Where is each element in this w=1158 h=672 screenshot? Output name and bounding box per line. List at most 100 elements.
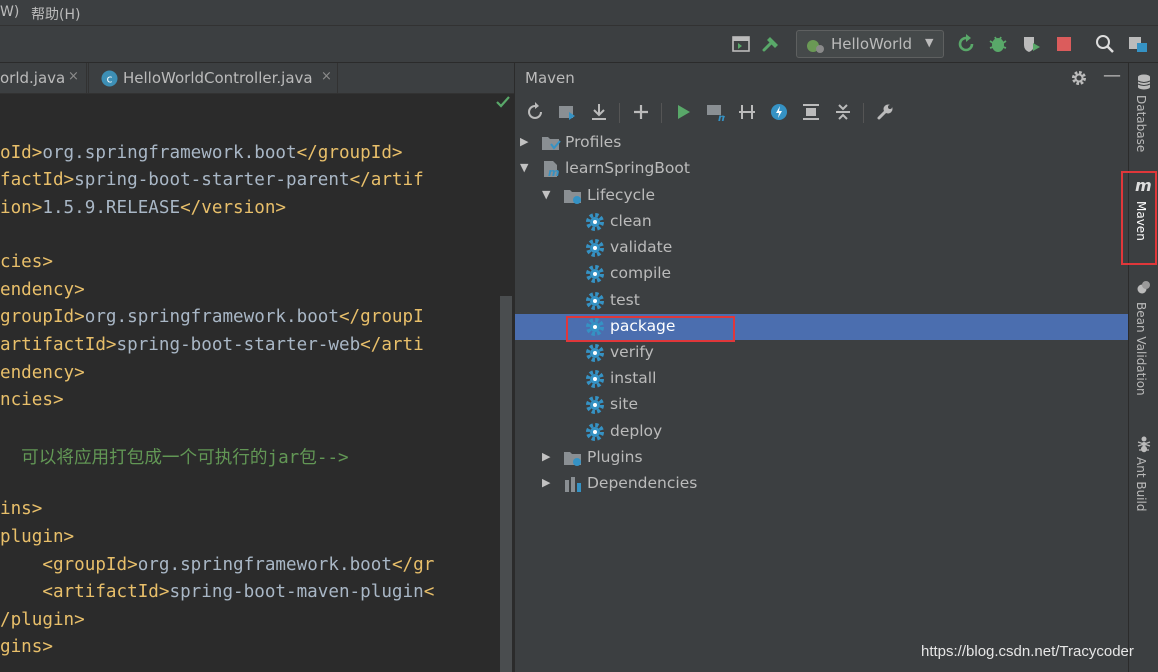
xml-tag: </gr: [391, 555, 435, 575]
xml-tag: oId>: [0, 143, 43, 163]
frame-icon[interactable]: [730, 33, 752, 55]
chevron-down-icon: ▼: [925, 36, 934, 49]
code-line: cies>: [0, 252, 53, 272]
tree-item-lifecycle[interactable]: ▼ Lifecycle: [515, 183, 1129, 209]
tree-item-dependencies[interactable]: ▶ Dependencies: [515, 471, 1129, 497]
xml-tag: ncies>: [0, 390, 64, 410]
menu-window[interactable]: W): [0, 4, 19, 20]
collapse-arrow-icon[interactable]: ▼: [520, 161, 528, 174]
tree-item-label: install: [610, 369, 657, 388]
lifecycle-goal-deploy[interactable]: deploy: [515, 419, 1129, 445]
minimize-icon[interactable]: —: [1103, 65, 1121, 86]
xml-tag: groupId>: [0, 307, 85, 327]
run-icon[interactable]: [673, 102, 693, 122]
expand-arrow-icon[interactable]: ▶: [520, 135, 528, 148]
code-line: 可以将应用打包成一个可执行的jar包-->: [0, 444, 349, 469]
close-icon[interactable]: ×: [321, 69, 332, 84]
maven-header: Maven —: [515, 63, 1129, 93]
code-line: endency>: [0, 363, 85, 383]
tree-item-label: Lifecycle: [587, 186, 655, 204]
package-highlight-box: [566, 316, 735, 342]
run-configuration-label: HelloWorld: [831, 35, 913, 53]
add-icon[interactable]: [631, 102, 651, 122]
dependencies-icon: [565, 477, 581, 492]
tab-helloworldcontroller-java[interactable]: c HelloWorldController.java ×: [88, 63, 338, 94]
settings-gear-icon[interactable]: [1070, 69, 1088, 87]
svg-text:m: m: [718, 113, 725, 122]
maven-toolbar: m: [515, 97, 1129, 127]
gear-icon: [586, 396, 604, 415]
rerun-icon[interactable]: [955, 33, 977, 55]
tree-item-profiles[interactable]: ▶ Profiles: [515, 130, 1129, 156]
generate-sources-icon[interactable]: [557, 102, 577, 122]
editor-scrollbar[interactable]: [500, 296, 512, 672]
code-line: groupId>org.springframework.boot</groupI: [0, 307, 424, 327]
run-configuration-select[interactable]: HelloWorld ▼: [796, 30, 944, 58]
code-line: gins>: [0, 637, 53, 657]
gear-icon: [586, 291, 604, 310]
code-line: <artifactId>spring-boot-maven-plugin<: [0, 582, 434, 602]
debug-bug-icon[interactable]: [987, 33, 1009, 55]
tree-item-label: compile: [610, 264, 672, 283]
skip-tests-icon[interactable]: [769, 102, 789, 122]
collapse-all-icon[interactable]: [833, 102, 853, 122]
tree-item-label: Plugins: [587, 448, 643, 466]
search-icon[interactable]: [1094, 33, 1116, 55]
tree-item-project[interactable]: ▼ m learnSpringBoot: [515, 156, 1129, 182]
lifecycle-goal-test[interactable]: test: [515, 288, 1129, 314]
show-dependencies-icon[interactable]: [801, 102, 821, 122]
maven-project-icon: m: [544, 161, 559, 179]
xml-tag: ins>: [0, 499, 43, 519]
build-hammer-icon[interactable]: [760, 33, 782, 55]
reload-icon[interactable]: [525, 102, 545, 122]
xml-text: 1.5.9.RELEASE: [42, 198, 181, 218]
bean-validation-tool-button[interactable]: Bean Validation: [1129, 278, 1158, 398]
execute-goal-icon[interactable]: m: [705, 102, 725, 122]
lifecycle-goal-compile[interactable]: compile: [515, 261, 1129, 287]
menu-help[interactable]: 帮助(H): [31, 4, 80, 24]
download-icon[interactable]: [589, 102, 609, 122]
right-tool-strip: Database m Maven Bean Validation Ant Bui…: [1121, 63, 1158, 672]
editor-tab-bar: orld.java × c HelloWorldController.java …: [0, 63, 514, 94]
tree-item-label: test: [610, 290, 640, 309]
project-structure-icon[interactable]: [1127, 33, 1149, 55]
toggle-offline-icon[interactable]: [737, 102, 757, 122]
xml-text: spring-boot-starter-web: [116, 335, 361, 355]
wrench-icon[interactable]: [875, 102, 895, 122]
xml-tag: cies>: [0, 252, 53, 272]
folder-plugins-icon: [564, 452, 581, 466]
lifecycle-goal-site[interactable]: site: [515, 392, 1129, 418]
svg-text:m: m: [548, 166, 559, 179]
code-editor[interactable]: oId>org.springframework.boot</groupId> fa…: [0, 94, 514, 672]
collapse-arrow-icon[interactable]: ▼: [542, 188, 550, 201]
database-tool-button[interactable]: Database: [1129, 69, 1158, 159]
watermark-text: https://blog.csdn.net/Tracycoder: [921, 643, 1134, 660]
stop-icon[interactable]: [1053, 33, 1075, 55]
xml-tag: <groupId>: [42, 555, 138, 575]
lifecycle-goal-clean[interactable]: clean: [515, 209, 1129, 235]
tree-item-label: Profiles: [565, 133, 622, 151]
xml-tag: plugin>: [0, 527, 75, 547]
menu-bar: W) 帮助(H): [0, 0, 1158, 26]
xml-tag: <artifactId>: [42, 582, 170, 602]
tree-item-plugins[interactable]: ▶ Plugins: [515, 445, 1129, 471]
code-line: <groupId>org.springframework.boot</gr: [0, 555, 434, 575]
close-icon[interactable]: ×: [68, 69, 79, 84]
code-line: ion>1.5.9.RELEASE</version>: [0, 198, 286, 218]
expand-arrow-icon[interactable]: ▶: [542, 476, 550, 489]
bean-validation-label: Bean Validation: [1134, 302, 1148, 396]
tab-helloworld-java[interactable]: orld.java ×: [0, 63, 87, 94]
expand-arrow-icon[interactable]: ▶: [542, 450, 550, 463]
code-line: factId>spring-boot-starter-parent</artif: [0, 170, 424, 190]
lifecycle-goal-verify[interactable]: verify: [515, 340, 1129, 366]
lifecycle-goal-validate[interactable]: validate: [515, 235, 1129, 261]
xml-tag: </artif: [349, 170, 424, 190]
lifecycle-goal-install[interactable]: install: [515, 366, 1129, 392]
xml-text: spring-boot-maven-plugin: [169, 582, 424, 602]
coverage-shield-icon[interactable]: [1020, 33, 1042, 55]
gear-icon: [586, 265, 604, 284]
ant-build-tool-button[interactable]: Ant Build: [1129, 433, 1158, 523]
code-line: endency>: [0, 280, 85, 300]
xml-comment: 可以将应用打包成一个可执行的jar包-->: [0, 448, 349, 468]
code-line: /plugin>: [0, 610, 85, 630]
